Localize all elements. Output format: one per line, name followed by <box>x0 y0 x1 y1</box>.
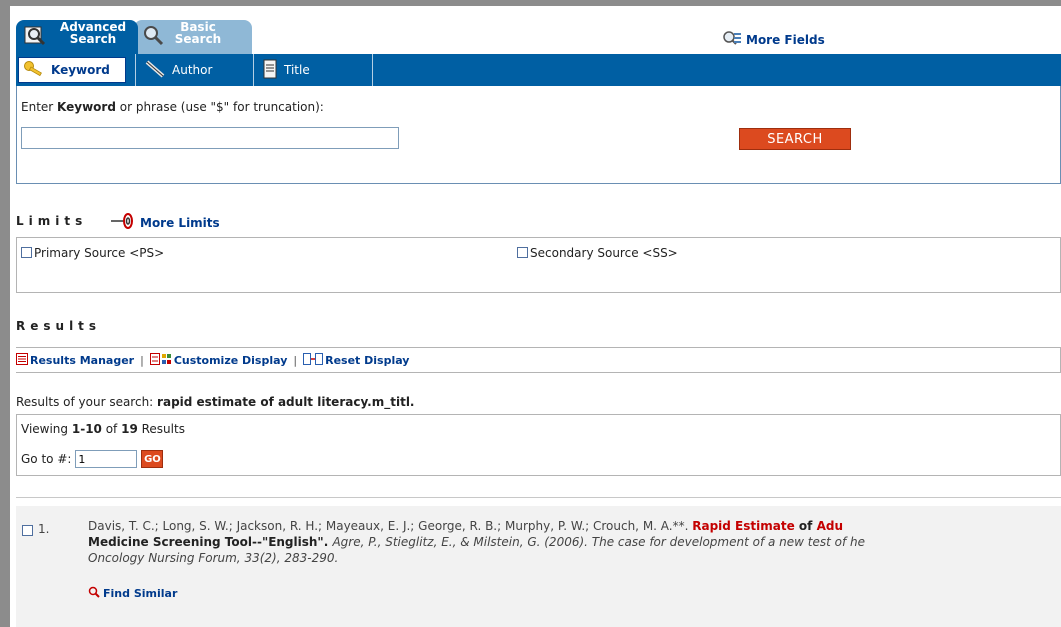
limit-primary-label: Primary Source <PS> <box>34 246 165 260</box>
results-heading: Results <box>16 319 102 333</box>
find-similar-link[interactable]: Find Similar <box>88 586 177 601</box>
goto-label: Go to #: <box>21 452 72 466</box>
result-record: 1. Davis, T. C.; Long, S. W.; Jackson, R… <box>16 506 1061 627</box>
keyword-input[interactable] <box>21 127 399 149</box>
customize-icon <box>149 352 172 368</box>
document-icon <box>262 59 278 82</box>
record-reference: Agre, P., Stieglitz, E., & Milstein, G. … <box>332 535 865 549</box>
search-type-bar: Keyword Author Title <box>16 54 1061 86</box>
record-title-continued: Medicine Screening Tool--"English". <box>88 535 333 549</box>
more-fields-icon <box>722 30 742 49</box>
search-type-keyword[interactable]: Keyword <box>18 57 126 83</box>
record-authors: Davis, T. C.; Long, S. W.; Jackson, R. H… <box>88 519 693 533</box>
pagination-box: Viewing 1-10 of 19 Results Go to #: GO <box>16 414 1061 476</box>
limit-secondary-label: Secondary Source <SS> <box>530 246 678 260</box>
go-button[interactable]: GO <box>141 450 164 468</box>
record-title-of: of <box>794 519 817 533</box>
more-limits-label: More Limits <box>140 215 220 230</box>
limits-box: Primary Source <PS> Secondary Source <SS… <box>16 237 1061 293</box>
viewing-prefix: Viewing <box>21 422 72 436</box>
checkbox[interactable] <box>517 247 528 258</box>
more-fields-label: More Fields <box>746 32 825 47</box>
search-query-line: Results of your search: rapid estimate o… <box>16 395 415 409</box>
target-arrow-icon <box>110 212 136 233</box>
tab-advanced-label: Advanced Search <box>52 21 134 45</box>
limit-secondary-source[interactable]: Secondary Source <SS> <box>517 246 678 260</box>
tab-advanced-line2: Search <box>69 32 117 46</box>
toolbar-separator: | <box>293 353 298 367</box>
viewing-range: 1-10 <box>71 422 102 436</box>
pen-icon <box>144 59 166 82</box>
key-icon <box>23 60 45 81</box>
search-query: rapid estimate of adult literacy.m_titl. <box>157 395 415 409</box>
goto-input[interactable] <box>75 450 138 468</box>
record-checkbox[interactable] <box>22 525 33 536</box>
keyword-panel: Enter Keyword or phrase (use "$" for tru… <box>16 86 1061 184</box>
search-button[interactable]: SEARCH <box>739 128 851 150</box>
citation-line-1: Davis, T. C.; Long, S. W.; Jackson, R. H… <box>88 518 1061 534</box>
keyword-prompt: Enter Keyword or phrase (use "$" for tru… <box>21 100 324 114</box>
limit-primary-source[interactable]: Primary Source <PS> <box>21 246 164 260</box>
search-type-author-label: Author <box>172 63 213 77</box>
query-prefix: Results of your search: <box>16 395 158 409</box>
citation-line-3: Oncology Nursing Forum, 33(2), 283-290. <box>88 550 1061 566</box>
prompt-suffix: or phrase (use "$" for truncation): <box>115 100 324 114</box>
checkbox[interactable] <box>21 247 32 258</box>
type-separator <box>135 54 136 86</box>
find-similar-label: Find Similar <box>103 587 178 600</box>
customize-display-link[interactable]: Customize Display <box>149 352 288 368</box>
limits-heading: Limits <box>16 214 88 228</box>
reset-display-link[interactable]: Reset Display <box>303 352 410 368</box>
record-title-highlight[interactable]: Rapid Estimate <box>692 519 794 533</box>
prompt-keyword: Keyword <box>57 100 116 114</box>
results-divider <box>16 497 1061 498</box>
tab-basic-search[interactable]: Basic Search <box>134 20 252 54</box>
goto-row: Go to #: GO <box>21 450 164 468</box>
viewing-of: of <box>101 422 122 436</box>
list-icon <box>16 352 28 368</box>
prompt-prefix: Enter <box>21 100 58 114</box>
citation-line-2: Medicine Screening Tool--"English". Agre… <box>88 534 1061 550</box>
results-toolbar: Results Manager | Customize Display | Re… <box>16 347 1061 373</box>
search-page: Basic Search Advanced Search More Fields <box>10 6 1061 627</box>
magnifier-icon <box>142 24 164 46</box>
type-separator <box>372 54 373 86</box>
customize-display-label: Customize Display <box>173 353 288 367</box>
record-number: 1. <box>38 522 50 536</box>
search-icon <box>88 586 100 601</box>
reset-display-label: Reset Display <box>325 353 410 367</box>
tab-advanced-search[interactable]: Advanced Search <box>16 20 138 54</box>
results-manager-link[interactable]: Results Manager <box>16 352 135 368</box>
search-mode-tabs: Basic Search Advanced Search More Fields <box>10 6 1061 54</box>
tab-basic-line2: Search <box>174 32 222 46</box>
tab-basic-label: Basic Search <box>168 21 228 45</box>
search-type-title[interactable]: Title <box>262 57 310 83</box>
viewing-suffix: Results <box>137 422 185 436</box>
search-type-title-label: Title <box>284 63 310 77</box>
search-type-keyword-label: Keyword <box>51 63 110 77</box>
results-manager-label: Results Manager <box>30 353 135 367</box>
search-type-author[interactable]: Author <box>144 57 212 83</box>
window-frame-left <box>0 0 10 627</box>
viewing-total: 19 <box>121 422 138 436</box>
record-journal: Oncology Nursing Forum, 33(2), 283-290. <box>88 551 339 565</box>
record-citation: Davis, T. C.; Long, S. W.; Jackson, R. H… <box>88 518 1061 566</box>
reset-icon <box>303 352 324 368</box>
type-separator <box>253 54 254 86</box>
viewing-summary: Viewing 1-10 of 19 Results <box>21 422 185 436</box>
more-fields-link[interactable]: More Fields <box>722 30 825 49</box>
toolbar-separator: | <box>140 353 144 367</box>
record-title-tail[interactable]: Adu <box>817 519 843 533</box>
more-limits-link[interactable]: More Limits <box>110 212 220 233</box>
advanced-search-icon <box>24 24 46 46</box>
